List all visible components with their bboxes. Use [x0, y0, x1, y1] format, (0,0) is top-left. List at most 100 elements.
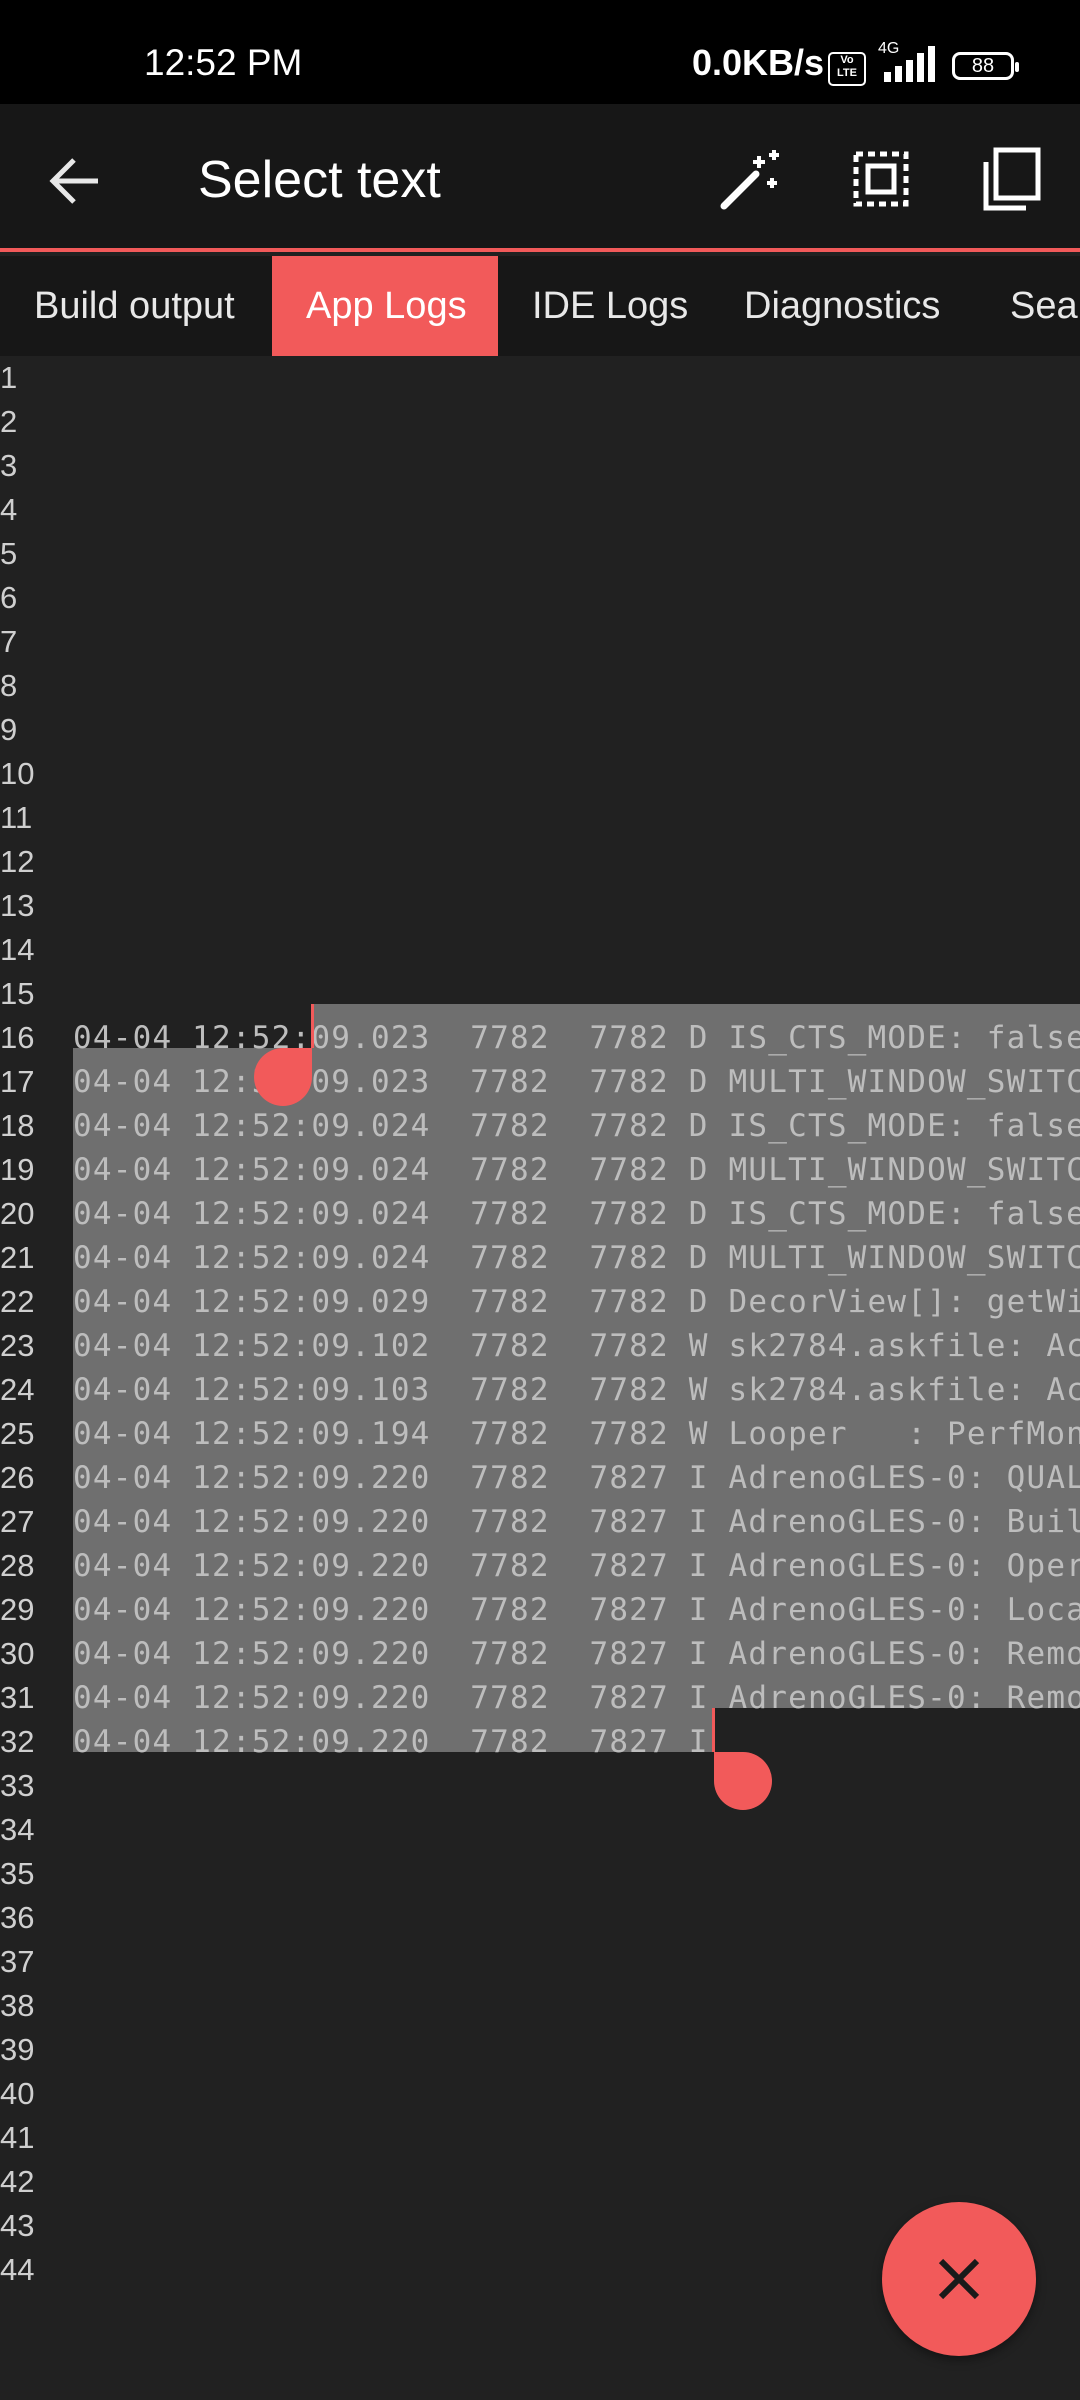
line-number: 6 — [0, 580, 18, 615]
status-bar: 12:52 PM 0.0KB/s Vo LTE 4G 88 — [0, 0, 1080, 104]
line-number: 14 — [0, 932, 35, 967]
line-number: 31 — [0, 1680, 35, 1715]
line-number: 40 — [0, 2076, 35, 2111]
editor-line: 35 — [0, 1852, 1080, 1896]
editor-line: 14 — [0, 928, 1080, 972]
editor-line: 11 — [0, 796, 1080, 840]
line-number: 29 — [0, 1592, 35, 1627]
log-line-text: 04-04 12:52:09.220 7782 7827 I AdrenoGLE… — [73, 1592, 1080, 1628]
editor-line: 38 — [0, 1984, 1080, 2028]
selection-start-handle[interactable] — [254, 1048, 312, 1106]
editor-line: 16 04-04 12:52:09.023 7782 7782 D IS_CTS_… — [0, 1016, 1080, 1060]
line-number: 16 — [0, 1020, 35, 1055]
editor-line: 12 — [0, 840, 1080, 884]
editor-line: 24 04-04 12:52:09.103 7782 7782 W sk2784.… — [0, 1368, 1080, 1412]
editor-line: 32 04-04 12:52:09.220 7782 7827 I — [0, 1720, 1080, 1764]
line-number: 9 — [0, 712, 18, 747]
tab-ide-logs[interactable]: IDE Logs — [498, 256, 722, 356]
magic-wand-icon — [720, 150, 779, 210]
log-line-text: 04-04 12:52:09.023 7782 7782 D IS_CTS_MO… — [73, 1020, 1080, 1056]
line-number: 35 — [0, 1856, 35, 1891]
magic-wand-button[interactable] — [714, 144, 784, 214]
log-line-text: 04-04 12:52:09.103 7782 7782 W sk2784.as… — [73, 1372, 1080, 1408]
editor-line: 26 04-04 12:52:09.220 7782 7827 I AdrenoG… — [0, 1456, 1080, 1500]
editor-line: 9 — [0, 708, 1080, 752]
line-number: 7 — [0, 624, 18, 659]
line-number: 22 — [0, 1284, 35, 1319]
editor-line: 29 04-04 12:52:09.220 7782 7827 I AdrenoG… — [0, 1588, 1080, 1632]
editor-line: 17 04-04 12:52:09.023 7782 7782 D MULTI_W… — [0, 1060, 1080, 1104]
volte-icon: Vo LTE — [828, 52, 866, 86]
line-number: 38 — [0, 1988, 35, 2023]
line-number: 30 — [0, 1636, 35, 1671]
editor-line: 27 04-04 12:52:09.220 7782 7827 I AdrenoG… — [0, 1500, 1080, 1544]
line-number: 34 — [0, 1812, 35, 1847]
line-number: 42 — [0, 2164, 35, 2199]
editor-line: 2 — [0, 400, 1080, 444]
log-line-text: 04-04 12:52:09.194 7782 7782 W Looper : … — [73, 1416, 1080, 1452]
network-type: 4G — [878, 40, 900, 57]
editor-line: 1 — [0, 356, 1080, 400]
line-number: 43 — [0, 2208, 35, 2243]
tab-diagnostics[interactable]: Diagnostics — [710, 256, 974, 356]
line-number: 18 — [0, 1108, 35, 1143]
line-number: 13 — [0, 888, 35, 923]
editor-line: 15 — [0, 972, 1080, 1016]
copy-button[interactable] — [976, 144, 1046, 214]
tab-search[interactable]: Sear — [976, 256, 1080, 356]
log-line-text: 04-04 12:52:09.220 7782 7827 I AdrenoGLE… — [73, 1504, 1080, 1540]
line-number: 26 — [0, 1460, 35, 1495]
editor-line: 23 04-04 12:52:09.102 7782 7782 W sk2784.… — [0, 1324, 1080, 1368]
line-number: 39 — [0, 2032, 35, 2067]
line-number: 41 — [0, 2120, 35, 2155]
line-number: 28 — [0, 1548, 35, 1583]
editor-line: 8 — [0, 664, 1080, 708]
log-line-text: 04-04 12:52:09.220 7782 7827 I AdrenoGLE… — [73, 1460, 1080, 1496]
editor-line: 4 — [0, 488, 1080, 532]
line-number: 12 — [0, 844, 35, 879]
editor-line: 13 — [0, 884, 1080, 928]
line-number: 27 — [0, 1504, 35, 1539]
editor-line: 19 04-04 12:52:09.024 7782 7782 D MULTI_W… — [0, 1148, 1080, 1192]
tab-bar: Build output App Logs IDE Logs Diagnosti… — [0, 256, 1080, 356]
tab-build-output[interactable]: Build output — [0, 256, 269, 356]
log-line-text: 04-04 12:52:09.024 7782 7782 D MULTI_WIN… — [73, 1152, 1080, 1188]
network-speed: 0.0KB/s — [692, 42, 825, 83]
editor-line: 25 04-04 12:52:09.194 7782 7782 W Looper … — [0, 1412, 1080, 1456]
signal-icon: 4G — [878, 40, 938, 84]
status-time: 12:52 PM — [144, 42, 303, 83]
selection-end-caret — [712, 1708, 715, 1752]
select-all-icon — [853, 151, 909, 207]
close-selection-button[interactable] — [882, 2202, 1036, 2356]
line-number: 44 — [0, 2252, 35, 2287]
line-number: 33 — [0, 1768, 35, 1803]
editor-line: 7 — [0, 620, 1080, 664]
editor-line: 3 — [0, 444, 1080, 488]
copy-icon — [983, 147, 1041, 211]
selection-end-handle[interactable] — [714, 1752, 772, 1810]
editor-line: 30 04-04 12:52:09.220 7782 7827 I AdrenoG… — [0, 1632, 1080, 1676]
line-number: 11 — [0, 800, 33, 835]
log-editor[interactable]: 1 2 3 4 5 6 7 8 9 10 11 12 13 14 15 16 04-04 12:52:09.02… — [0, 356, 1080, 2400]
line-number: 1 — [0, 360, 18, 395]
line-number: 15 — [0, 976, 35, 1011]
log-line-text: 04-04 12:52:09.220 7782 7827 I — [73, 1724, 709, 1760]
log-line-text: 04-04 12:52:09.220 7782 7827 I AdrenoGLE… — [73, 1548, 1080, 1584]
line-number: 32 — [0, 1724, 35, 1759]
page-title: Select text — [198, 151, 441, 209]
battery-icon: 88 — [952, 52, 1019, 80]
log-line-text: 04-04 12:52:09.220 7782 7827 I AdrenoGLE… — [73, 1636, 1080, 1672]
line-number: 24 — [0, 1372, 35, 1407]
line-number: 17 — [0, 1064, 35, 1099]
editor-line: 21 04-04 12:52:09.024 7782 7782 D MULTI_W… — [0, 1236, 1080, 1280]
back-button[interactable] — [40, 146, 110, 216]
tab-app-logs[interactable]: App Logs — [272, 256, 498, 356]
log-line-text: 04-04 12:52:09.220 7782 7827 I AdrenoGLE… — [73, 1680, 1080, 1716]
select-all-button[interactable] — [846, 144, 916, 214]
editor-line: 6 — [0, 576, 1080, 620]
editor-line: 36 — [0, 1896, 1080, 1940]
editor-line: 5 — [0, 532, 1080, 576]
line-number: 37 — [0, 1944, 35, 1979]
editor-line: 10 — [0, 752, 1080, 796]
editor-line: 33 — [0, 1764, 1080, 1808]
